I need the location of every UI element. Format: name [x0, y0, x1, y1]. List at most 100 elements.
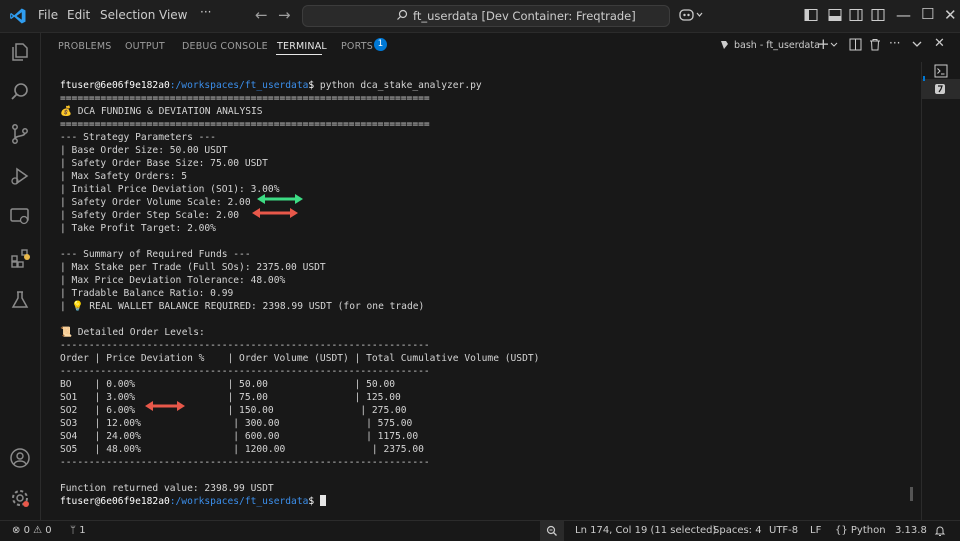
final-prompt-line: ftuser@6e06f9e182a0:/workspaces/ft_userd…	[60, 495, 326, 508]
menu-selection[interactable]: Selection	[100, 8, 155, 22]
maximize-button[interactable]: ☐	[921, 5, 934, 23]
tab-terminal[interactable]: TERMINAL	[277, 41, 327, 52]
ports-count: 1	[79, 525, 86, 536]
warning-count: 0	[45, 525, 52, 536]
tab-ports[interactable]: PORTS	[341, 41, 373, 52]
indentation-status[interactable]: Spaces: 4	[713, 525, 762, 536]
split-terminal-icon[interactable]	[849, 38, 862, 51]
terminal-line: ========================================…	[60, 93, 430, 104]
activity-bar	[0, 33, 41, 520]
manage-gear-icon[interactable]	[9, 487, 31, 509]
red-arrow-annotation-step-scale	[252, 208, 298, 218]
forward-arrow-icon[interactable]: →	[278, 6, 291, 24]
bash-shell-icon	[935, 84, 945, 94]
search-text: ft_userdata [Dev Container: Freqtrade]	[413, 9, 636, 23]
toggle-secondary-sidebar-icon[interactable]	[849, 8, 863, 22]
tab-output[interactable]: OUTPUT	[125, 41, 165, 52]
run-debug-icon[interactable]	[9, 165, 31, 187]
toggle-panel-icon[interactable]	[828, 8, 842, 22]
terminal-line: | Max Safety Orders: 5	[60, 171, 188, 182]
terminal-line: | Tradable Balance Ratio: 0.99	[60, 288, 234, 299]
terminal-line: 💰 DCA FUNDING & DEVIATION ANALYSIS	[60, 106, 263, 117]
menu-view[interactable]: View	[159, 8, 187, 22]
red-arrow-annotation-so2	[145, 401, 185, 411]
language-name: Python	[850, 525, 886, 536]
terminal-dropdown-icon[interactable]	[830, 42, 838, 48]
eol-status[interactable]: LF	[810, 525, 821, 536]
command-prompt-line: ftuser@6e06f9e182a0:/workspaces/ft_userd…	[60, 79, 482, 92]
zoom-button[interactable]	[540, 521, 564, 541]
search-icon	[397, 9, 408, 20]
title-bar: File Edit Selection View ··· ← → ft_user…	[0, 0, 960, 33]
menu-more-icon[interactable]: ···	[200, 5, 211, 19]
terminal-line: ----------------------------------------…	[60, 366, 430, 377]
terminal-line: Function returned value: 2398.99 USDT	[60, 483, 274, 494]
prompt-user: ftuser@6e06f9e182a0	[60, 496, 170, 507]
source-control-icon[interactable]	[9, 123, 31, 145]
terminal-list-item-active[interactable]	[922, 79, 960, 99]
back-arrow-icon[interactable]: ←	[255, 6, 268, 24]
terminal-line: SO5 | 48.00% | 1200.00 | 2375.00	[60, 444, 424, 455]
notifications-bell-icon[interactable]	[934, 525, 946, 537]
command-text: python dca_stake_analyzer.py	[314, 80, 482, 91]
scroll-indicator	[923, 76, 925, 81]
accounts-icon[interactable]	[9, 447, 31, 469]
terminal-line: Order | Price Deviation % | Order Volume…	[60, 353, 540, 364]
command-center-search[interactable]: ft_userdata [Dev Container: Freqtrade]	[302, 5, 670, 27]
tab-problems[interactable]: PROBLEMS	[58, 41, 111, 52]
terminal-line: | Base Order Size: 50.00 USDT	[60, 145, 228, 156]
active-tab-indicator	[276, 54, 322, 55]
terminal-line: --- Strategy Parameters ---	[60, 132, 216, 143]
terminal-line: SO4 | 24.00% | 600.00 | 1175.00	[60, 431, 419, 442]
terminal-line: SO3 | 12.00% | 300.00 | 575.00	[60, 418, 413, 429]
close-window-button[interactable]: ✕	[944, 6, 957, 24]
terminal-line: BO | 0.00% | 50.00 | 50.00	[60, 379, 396, 390]
encoding-status[interactable]: UTF-8	[769, 525, 798, 536]
ports-status[interactable]: ᛘ 1	[70, 525, 86, 536]
explorer-icon[interactable]	[9, 41, 31, 63]
language-mode[interactable]: {} Python	[835, 525, 886, 536]
terminal-output[interactable]: ftuser@6e06f9e182a0:/workspaces/ft_userd…	[52, 72, 912, 517]
prompt-user: ftuser@6e06f9e182a0	[60, 80, 170, 91]
terminal-list-icon[interactable]	[934, 64, 948, 78]
terminal-line: ========================================…	[60, 119, 430, 130]
tab-debug-console[interactable]: DEBUG CONSOLE	[182, 41, 268, 52]
problems-status[interactable]: ⊗ 0 ⚠ 0	[12, 525, 52, 536]
new-terminal-button[interactable]: +	[817, 35, 830, 53]
customize-layout-icon[interactable]	[871, 8, 885, 22]
terminal-name[interactable]: bash - ft_userdata	[734, 40, 820, 51]
terminal-line: | Max Stake per Trade (Full SOs): 2375.0…	[60, 262, 326, 273]
terminal-line: | Safety Order Step Scale: 2.00	[60, 210, 240, 221]
menu-file[interactable]: File	[38, 8, 58, 22]
green-double-arrow-annotation	[257, 194, 303, 204]
prompt-path: :/workspaces/ft_userdata	[169, 80, 309, 91]
status-bar: ⊗ 0 ⚠ 0 ᛘ 1 Ln 174, Col 19 (11 selected)…	[0, 520, 960, 541]
extensions-icon[interactable]	[9, 247, 31, 269]
close-panel-icon[interactable]: ✕	[934, 36, 945, 51]
error-count: 0	[23, 525, 30, 536]
remote-explorer-icon[interactable]	[9, 205, 31, 227]
terminal-line: | Initial Price Deviation (SO1): 3.00%	[60, 184, 280, 195]
prompt-suffix: $	[308, 496, 315, 507]
terminal-line: ----------------------------------------…	[60, 340, 430, 351]
ports-count-badge: 1	[374, 38, 387, 51]
terminal-tabs-list	[910, 62, 960, 520]
more-actions-icon[interactable]: ···	[889, 36, 900, 50]
testing-icon[interactable]	[9, 289, 31, 311]
minimize-button[interactable]: —	[896, 6, 911, 24]
toggle-sidebar-icon[interactable]	[804, 8, 818, 22]
search-view-icon[interactable]	[9, 81, 31, 103]
terminal-line: 📜 Detailed Order Levels:	[60, 327, 205, 338]
terminal-line: | Max Price Deviation Tolerance: 48.00%	[60, 275, 286, 286]
maximize-panel-icon[interactable]	[912, 41, 922, 48]
terminal-line: | Take Profit Target: 2.00%	[60, 223, 216, 234]
terminal-line: SO2 | 6.00% | 150.00 | 275.00	[60, 405, 407, 416]
kill-terminal-trash-icon[interactable]	[869, 38, 881, 51]
terminal-cursor	[319, 495, 326, 506]
menu-edit[interactable]: Edit	[67, 8, 90, 22]
python-version[interactable]: 3.13.8	[895, 525, 927, 536]
terminal-line: | 💡 REAL WALLET BALANCE REQUIRED: 2398.9…	[60, 301, 425, 312]
copilot-icon[interactable]	[678, 7, 704, 23]
terminal-line: ----------------------------------------…	[60, 457, 430, 468]
cursor-position[interactable]: Ln 174, Col 19 (11 selected)	[575, 525, 716, 536]
